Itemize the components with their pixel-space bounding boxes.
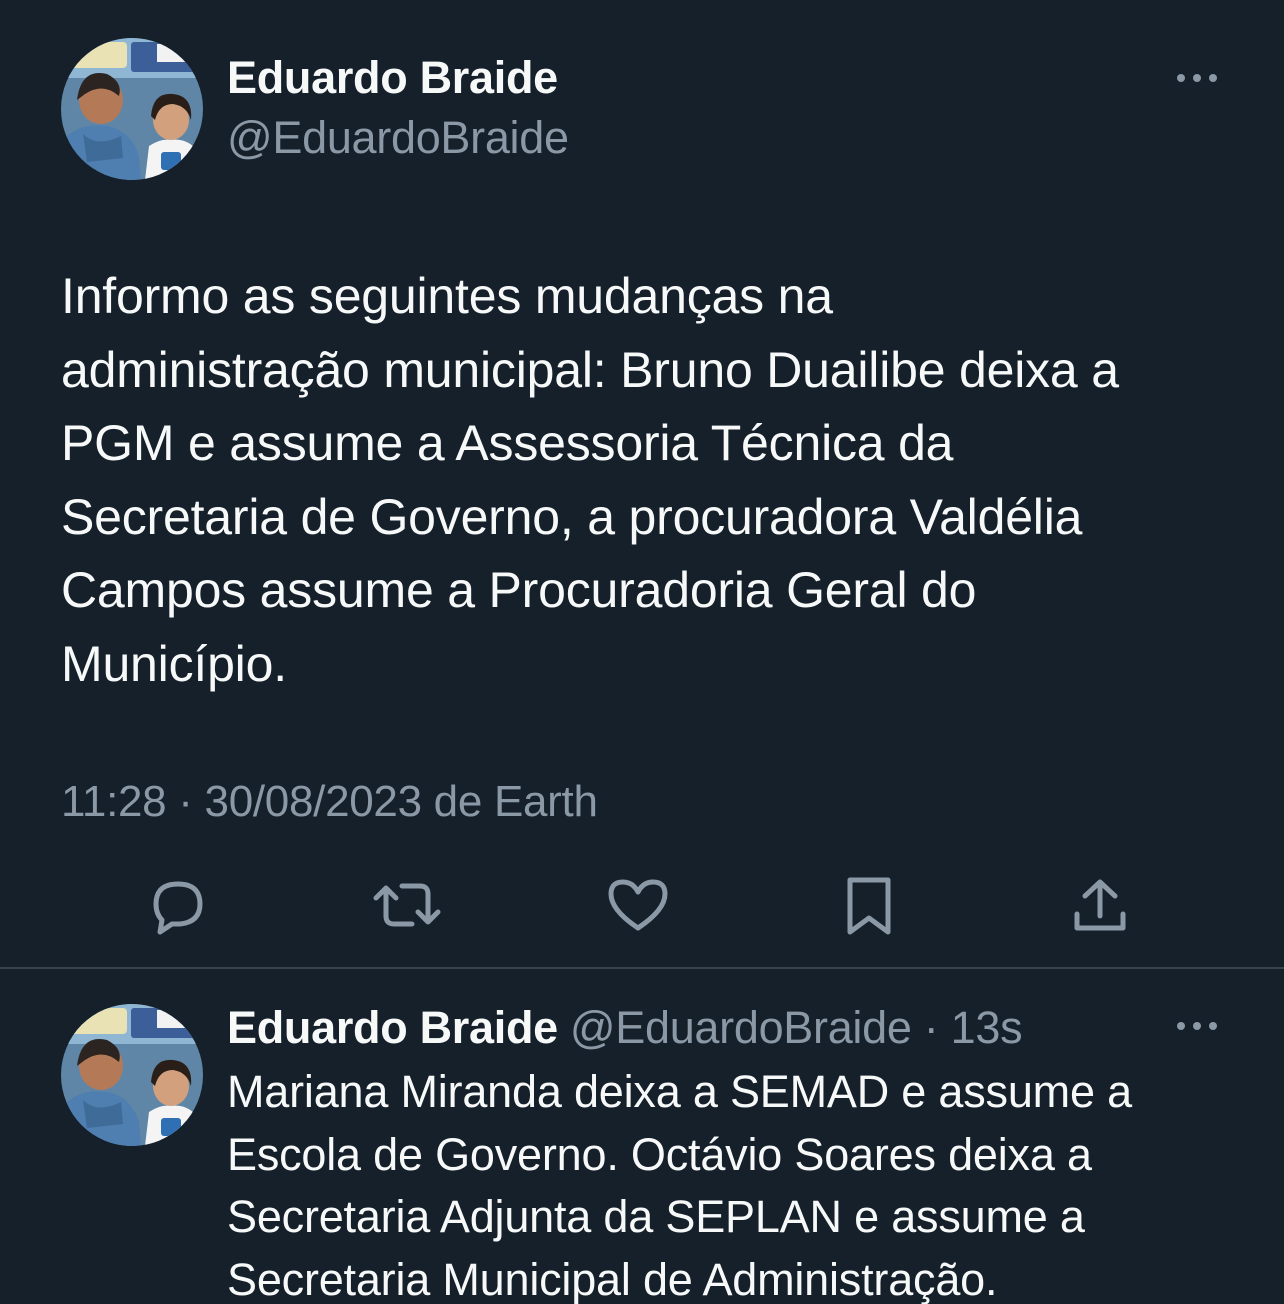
tweet-text: Informo as seguintes mudanças na adminis… [61, 268, 1119, 692]
retweet-button[interactable] [372, 870, 442, 940]
tweet-timestamp[interactable]: 11:28 · 30/08/2023 de Earth [61, 772, 598, 832]
author-handle[interactable]: @EduardoBraide [227, 111, 569, 165]
reply-more-options-icon[interactable] [1175, 1016, 1219, 1036]
avatar-photo [61, 38, 203, 180]
share-button[interactable] [1065, 870, 1135, 940]
share-icon [1074, 879, 1126, 931]
author-display-name[interactable]: Eduardo Braide [227, 51, 558, 105]
bookmark-icon [847, 877, 891, 935]
thread-divider [0, 967, 1284, 969]
bookmark-button[interactable] [834, 870, 904, 940]
heart-icon [608, 879, 668, 931]
reply-display-name[interactable]: Eduardo Braide [227, 1002, 558, 1053]
reply-button[interactable] [142, 870, 212, 940]
reply-handle[interactable]: @EduardoBraide [570, 1002, 912, 1053]
tweet-thread-page: Eduardo Braide @EduardoBraide Informo as… [0, 0, 1284, 1304]
reply-author-avatar[interactable] [61, 1004, 203, 1146]
reply-tweet-text: Mariana Miranda deixa a SEMAD e assume a… [227, 1066, 1132, 1304]
avatar-photo [61, 1004, 203, 1146]
reply-time[interactable]: 13s [951, 1002, 1023, 1053]
reply-icon [153, 881, 203, 935]
reply-separator: · [911, 1002, 951, 1053]
reply-header: Eduardo Braide @EduardoBraide · 13s [227, 998, 1023, 1058]
like-button[interactable] [603, 870, 673, 940]
author-avatar[interactable] [61, 38, 203, 180]
retweet-icon [373, 883, 441, 927]
more-options-icon[interactable] [1175, 68, 1219, 88]
